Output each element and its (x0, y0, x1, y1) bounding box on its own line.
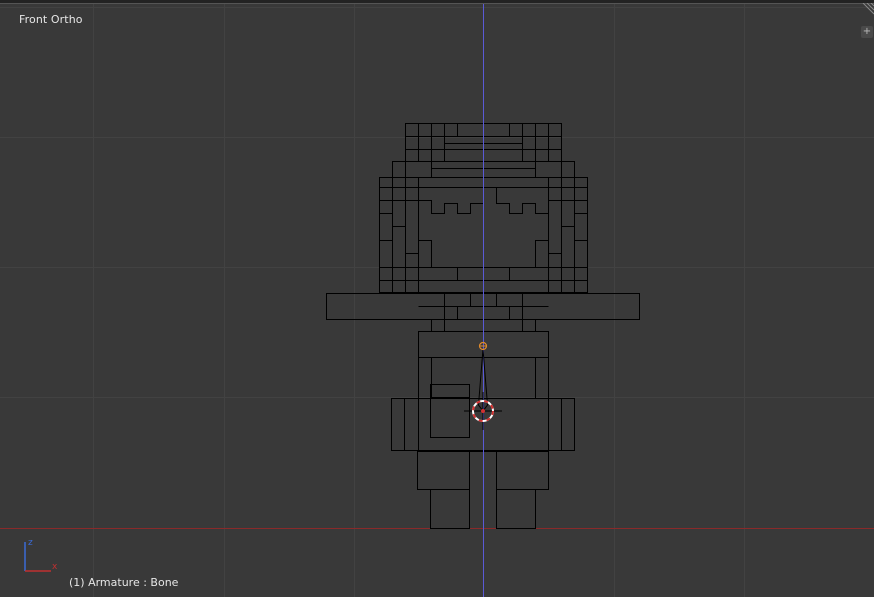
properties-toggle-button[interactable]: + (861, 26, 873, 38)
plus-icon: + (862, 26, 872, 37)
3d-viewport[interactable]: + Front Ortho z x (1) Armature : Bone (0, 0, 874, 597)
axis-z-label: z (28, 538, 33, 548)
active-object-status: (1) Armature : Bone (69, 576, 179, 589)
viewport-scene[interactable] (0, 0, 874, 597)
axis-x-label: x (52, 562, 58, 572)
area-split-corner-icon[interactable] (860, 3, 874, 17)
view-name-label: Front Ortho (19, 13, 83, 26)
grid (0, 0, 874, 597)
axis-gizmo: z x (18, 534, 60, 576)
header-border (0, 0, 874, 4)
